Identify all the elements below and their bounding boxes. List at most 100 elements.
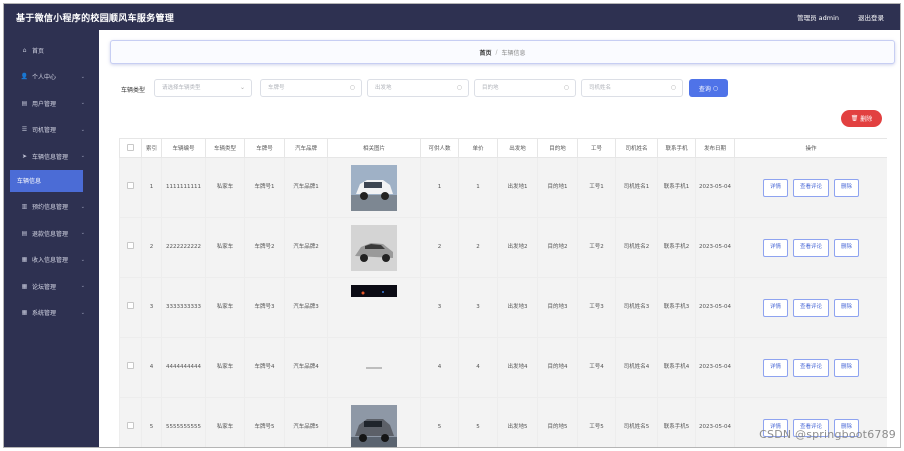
row-delete-button[interactable]: 删除 [834,178,860,197]
chevron-down-icon: ⌄ [80,309,85,316]
sidebar-item-drivers[interactable]: ☰ 司机管理 ⌄ [4,117,99,144]
chevron-down-icon: ⌄ [80,126,85,133]
row-checkbox[interactable] [127,302,134,309]
job-number: 工号5 [577,397,616,447]
origin: 出发地1 [497,157,538,218]
detail-button[interactable]: 详情 [762,298,788,317]
refunds-icon: ▤ [21,229,28,237]
vehicle-type: 私家车 [205,397,245,447]
chevron-down-icon: ⌄ [80,230,85,236]
driver-name: 司机姓名1 [615,157,658,218]
bookings-icon: ▥ [21,203,28,211]
sidebar-item-forum[interactable]: ▦ 论坛管理 ⌄ [4,273,99,300]
query-label: 查询 [698,85,711,93]
search-icon: ○ [563,84,569,91]
view-comments-button[interactable]: 查看评论 [792,358,829,377]
batch-delete-label: 删除 [860,116,873,123]
drivers-icon: ☰ [21,126,28,134]
select-all-checkbox[interactable] [127,143,134,151]
destination: 目的地2 [537,217,578,278]
destination-input[interactable]: 目的地 ○ [474,79,576,97]
home-icon: ⌂ [22,46,27,54]
column-header: 出发地 [497,138,538,158]
search-icon: ○ [670,84,676,91]
sidebar-item-bookings[interactable]: ▥ 预约信息管理 ⌄ [4,194,99,221]
origin-input[interactable]: 出发地 ○ [367,79,469,97]
contact-phone: 联系手机3 [657,277,696,338]
table-row: 3 3333333333 私家车 车牌号3 汽车品牌3 3 3 出发地3 目的地3 工号3 司机姓名… [119,277,887,338]
view-comments-button[interactable]: 查看评论 [792,178,829,197]
column-header: 工号 [577,138,616,158]
table-header-row: 索引 车辆编号 车辆类型 车牌号 汽车品牌 相关图片 可供人数 单价 出发地 目的地 工号 司机姓名联… [119,138,887,158]
row-delete-button[interactable]: 删除 [834,298,860,317]
table-row: 1 1111111111 私家车 车牌号1 汽车品牌1 1 1 出发地1 目的地1 工号1 司机姓名… [119,157,887,218]
vehicle-image-cell [327,157,421,218]
plate-placeholder: 车牌号 [268,85,285,91]
column-header: 单价 [458,138,498,158]
row-delete-button[interactable]: 删除 [834,358,860,377]
driver-name: 司机姓名4 [615,337,658,398]
query-button[interactable]: 查询 ○ [689,79,728,97]
car-photo-white-suv [351,165,397,211]
sidebar-subitem-vehicle-info[interactable]: 车辆信息 [10,169,83,192]
sidebar-item-refunds[interactable]: ▤ 退款信息管理 ⌄ [4,220,99,247]
row-checkbox[interactable] [127,422,134,429]
profile-icon: 👤 [20,73,29,81]
row-index: 2 [141,217,162,278]
sidebar-item-profile[interactable]: 👤 个人中心 ⌄ [4,64,99,91]
admin-label: 管理员 admin [797,14,839,22]
sidebar-item-label: 论坛管理 [32,283,57,291]
row-checkbox[interactable] [127,242,134,249]
row-checkbox[interactable] [127,182,134,189]
search-icon: ○ [456,84,462,91]
sidebar-item-home[interactable]: ⌂ 首页 [4,37,99,64]
column-header: 车辆编号 [161,138,206,158]
app-title: 基于微信小程序的校园顺风车服务管理 [16,14,175,24]
car-photo-faint [351,345,397,391]
sidebar-item-system[interactable]: ▦ 系统管理 ⌄ [4,300,99,327]
sidebar-item-users[interactable]: ▤ 用户管理 ⌄ [4,90,99,117]
seat-count: 3 [420,277,459,338]
logout-link[interactable]: 退出登录 [858,12,884,22]
app-frame: 基于微信小程序的校园顺风车服务管理 管理员 admin 退出登录 ⌂ 首页 👤 个人中… [3,3,901,448]
sidebar-item-label: 系统管理 [32,310,57,318]
sidebar-item-income[interactable]: ▦ 收入信息管理 ⌄ [4,247,99,274]
detail-button[interactable]: 详情 [762,358,788,377]
batch-delete-button[interactable]: 🗑 删除 [841,110,882,127]
vehicle-type-select[interactable]: 请选择车辆类型 ⌄ [154,79,252,97]
row-delete-button[interactable]: 删除 [834,238,860,257]
car-brand: 汽车品牌5 [284,397,328,447]
column-header: 发布日期 [695,138,735,158]
column-header: 操作 [734,138,887,158]
vehicle-table: 索引 车辆编号 车辆类型 车牌号 汽车品牌 相关图片 可供人数 单价 出发地 目的地 工号 司机姓名联… [119,138,887,447]
watermark: CSDN @springboot6789 [759,428,896,441]
contact-phone: 联系手机4 [657,337,696,398]
sidebar-item-label: 收入信息管理 [32,257,69,265]
plate-number: 车牌号1 [244,157,285,218]
plate-number: 车牌号3 [244,277,285,338]
car-brand: 汽车品牌4 [284,337,328,398]
row-actions: 详情 查看评论 删除 [734,157,887,218]
sidebar-item-vehicles[interactable]: ➤ 车辆信息管理 ⌄ [4,143,99,170]
detail-button[interactable]: 详情 [762,178,788,197]
detail-button[interactable]: 详情 [762,238,788,257]
unit-price: 1 [458,157,498,218]
vehicle-type-placeholder: 请选择车辆类型 [162,85,201,91]
origin: 出发地2 [497,217,538,278]
plate-input[interactable]: 车牌号 ○ [260,79,362,97]
destination: 目的地1 [537,157,578,218]
column-header: 目的地 [537,138,578,158]
breadcrumb-home[interactable]: 首页 [479,48,491,57]
vehicle-image-cell [327,217,421,278]
destination: 目的地3 [537,277,578,338]
vehicle-code: 4444444444 [161,337,206,398]
plate-number: 车牌号4 [244,337,285,398]
driver-name-input[interactable]: 司机姓名 ○ [581,79,683,97]
view-comments-button[interactable]: 查看评论 [792,238,829,257]
chevron-down-icon: ⌄ [80,256,85,263]
vehicle-type-label: 车辆类型 [121,87,146,94]
seat-count: 2 [420,217,459,278]
view-comments-button[interactable]: 查看评论 [792,298,829,317]
row-checkbox[interactable] [127,362,134,369]
vehicle-code: 1111111111 [161,157,206,218]
